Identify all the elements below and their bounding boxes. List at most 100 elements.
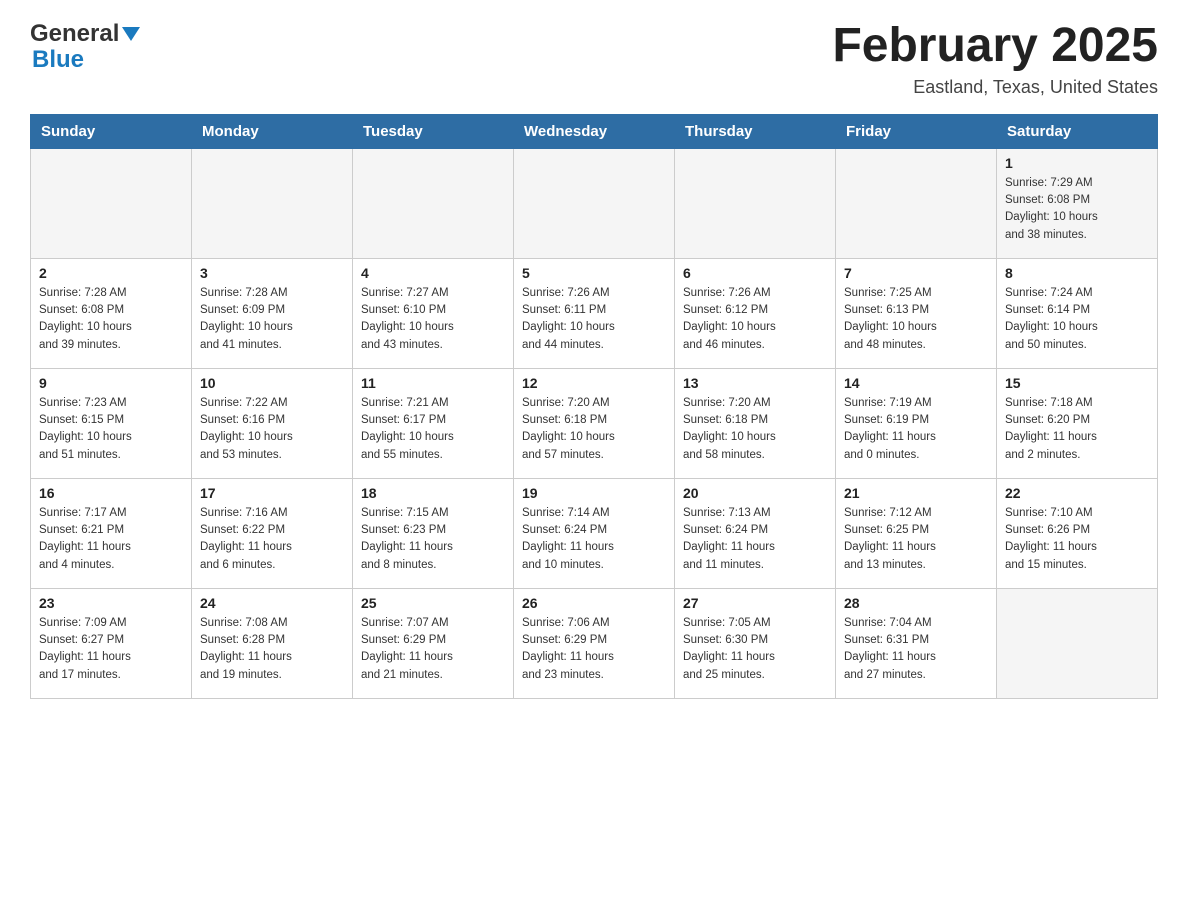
calendar-cell <box>675 148 836 258</box>
calendar-cell: 13 Sunrise: 7:20 AM Sunset: 6:18 PM Dayli… <box>675 368 836 478</box>
calendar-cell: 6Sunrise: 7:26 AM Sunset: 6:12 PM Daylig… <box>675 258 836 368</box>
day-number: 23 <box>39 595 183 611</box>
calendar-cell: 1 Sunrise: 7:29 AM Sunset: 6:08 PM Daylig… <box>997 148 1158 258</box>
calendar-week-row: 9 Sunrise: 7:23 AM Sunset: 6:15 PM Daylig… <box>31 368 1158 478</box>
calendar-cell: 2Sunrise: 7:28 AM Sunset: 6:08 PM Daylig… <box>31 258 192 368</box>
day-info: Sunrise: 7:14 AM Sunset: 6:24 PM Dayligh… <box>522 505 666 574</box>
weekday-header-wednesday: Wednesday <box>514 114 675 148</box>
day-number: 3 <box>200 265 344 281</box>
calendar-cell: 9 Sunrise: 7:23 AM Sunset: 6:15 PM Daylig… <box>31 368 192 478</box>
day-info: Sunrise: 7:20 AM Sunset: 6:18 PM Dayligh… <box>683 395 827 464</box>
weekday-header-row: SundayMondayTuesdayWednesdayThursdayFrid… <box>31 114 1158 148</box>
day-info: Sunrise: 7:12 AM Sunset: 6:25 PM Dayligh… <box>844 505 988 574</box>
day-info: Sunrise: 7:05 AM Sunset: 6:30 PM Dayligh… <box>683 615 827 684</box>
calendar-cell: 22Sunrise: 7:10 AM Sunset: 6:26 PM Dayli… <box>997 478 1158 588</box>
day-number: 21 <box>844 485 988 501</box>
calendar-cell: 10Sunrise: 7:22 AM Sunset: 6:16 PM Dayli… <box>192 368 353 478</box>
day-info: Sunrise: 7:24 AM Sunset: 6:14 PM Dayligh… <box>1005 285 1149 354</box>
weekday-header-saturday: Saturday <box>997 114 1158 148</box>
logo-arrow-icon <box>122 27 140 41</box>
day-info: Sunrise: 7:23 AM Sunset: 6:15 PM Dayligh… <box>39 395 183 464</box>
day-info: Sunrise: 7:13 AM Sunset: 6:24 PM Dayligh… <box>683 505 827 574</box>
month-title: February 2025 <box>832 20 1158 73</box>
day-number: 18 <box>361 485 505 501</box>
day-number: 19 <box>522 485 666 501</box>
calendar-cell: 25 Sunrise: 7:07 AM Sunset: 6:29 PM Dayli… <box>353 588 514 698</box>
logo-general-text: General <box>30 20 119 48</box>
calendar-cell: 3 Sunrise: 7:28 AM Sunset: 6:09 PM Daylig… <box>192 258 353 368</box>
calendar-cell: 11 Sunrise: 7:21 AM Sunset: 6:17 PM Dayli… <box>353 368 514 478</box>
weekday-header-tuesday: Tuesday <box>353 114 514 148</box>
calendar-cell: 21 Sunrise: 7:12 AM Sunset: 6:25 PM Dayli… <box>836 478 997 588</box>
day-number: 1 <box>1005 155 1149 171</box>
day-number: 10 <box>200 375 344 391</box>
day-number: 24 <box>200 595 344 611</box>
day-info: Sunrise: 7:07 AM Sunset: 6:29 PM Dayligh… <box>361 615 505 684</box>
calendar-cell: 19 Sunrise: 7:14 AM Sunset: 6:24 PM Dayli… <box>514 478 675 588</box>
calendar-cell: 27 Sunrise: 7:05 AM Sunset: 6:30 PM Dayli… <box>675 588 836 698</box>
weekday-header-thursday: Thursday <box>675 114 836 148</box>
calendar-cell: 12 Sunrise: 7:20 AM Sunset: 6:18 PM Dayli… <box>514 368 675 478</box>
calendar-cell <box>31 148 192 258</box>
calendar-cell: 28 Sunrise: 7:04 AM Sunset: 6:31 PM Dayli… <box>836 588 997 698</box>
day-number: 26 <box>522 595 666 611</box>
calendar-cell <box>514 148 675 258</box>
day-info: Sunrise: 7:19 AM Sunset: 6:19 PM Dayligh… <box>844 395 988 464</box>
day-number: 9 <box>39 375 183 391</box>
day-info: Sunrise: 7:27 AM Sunset: 6:10 PM Dayligh… <box>361 285 505 354</box>
calendar-cell: 7Sunrise: 7:25 AM Sunset: 6:13 PM Daylig… <box>836 258 997 368</box>
logo: General Blue <box>30 20 140 74</box>
day-info: Sunrise: 7:06 AM Sunset: 6:29 PM Dayligh… <box>522 615 666 684</box>
day-info: Sunrise: 7:17 AM Sunset: 6:21 PM Dayligh… <box>39 505 183 574</box>
calendar-cell: 24 Sunrise: 7:08 AM Sunset: 6:28 PM Dayli… <box>192 588 353 698</box>
day-number: 28 <box>844 595 988 611</box>
weekday-header-sunday: Sunday <box>31 114 192 148</box>
day-info: Sunrise: 7:04 AM Sunset: 6:31 PM Dayligh… <box>844 615 988 684</box>
day-number: 12 <box>522 375 666 391</box>
day-number: 11 <box>361 375 505 391</box>
day-info: Sunrise: 7:26 AM Sunset: 6:11 PM Dayligh… <box>522 285 666 354</box>
page-header: General Blue February 2025 Eastland, Tex… <box>30 20 1158 98</box>
calendar-cell <box>353 148 514 258</box>
weekday-header-monday: Monday <box>192 114 353 148</box>
calendar-cell: 26 Sunrise: 7:06 AM Sunset: 6:29 PM Dayli… <box>514 588 675 698</box>
day-number: 13 <box>683 375 827 391</box>
logo-line1: General <box>30 20 140 48</box>
calendar-table: SundayMondayTuesdayWednesdayThursdayFrid… <box>30 114 1158 699</box>
day-info: Sunrise: 7:20 AM Sunset: 6:18 PM Dayligh… <box>522 395 666 464</box>
calendar-cell <box>192 148 353 258</box>
day-number: 14 <box>844 375 988 391</box>
day-number: 16 <box>39 485 183 501</box>
day-info: Sunrise: 7:29 AM Sunset: 6:08 PM Dayligh… <box>1005 175 1149 244</box>
calendar-cell: 18 Sunrise: 7:15 AM Sunset: 6:23 PM Dayli… <box>353 478 514 588</box>
day-info: Sunrise: 7:18 AM Sunset: 6:20 PM Dayligh… <box>1005 395 1149 464</box>
day-number: 15 <box>1005 375 1149 391</box>
day-number: 5 <box>522 265 666 281</box>
location: Eastland, Texas, United States <box>832 77 1158 98</box>
day-number: 20 <box>683 485 827 501</box>
weekday-header-friday: Friday <box>836 114 997 148</box>
day-info: Sunrise: 7:28 AM Sunset: 6:09 PM Dayligh… <box>200 285 344 354</box>
day-info: Sunrise: 7:28 AM Sunset: 6:08 PM Dayligh… <box>39 285 183 354</box>
day-info: Sunrise: 7:21 AM Sunset: 6:17 PM Dayligh… <box>361 395 505 464</box>
day-number: 6 <box>683 265 827 281</box>
day-info: Sunrise: 7:16 AM Sunset: 6:22 PM Dayligh… <box>200 505 344 574</box>
day-info: Sunrise: 7:08 AM Sunset: 6:28 PM Dayligh… <box>200 615 344 684</box>
calendar-cell: 16 Sunrise: 7:17 AM Sunset: 6:21 PM Dayli… <box>31 478 192 588</box>
day-number: 25 <box>361 595 505 611</box>
calendar-cell <box>836 148 997 258</box>
calendar-cell: 15 Sunrise: 7:18 AM Sunset: 6:20 PM Dayli… <box>997 368 1158 478</box>
day-info: Sunrise: 7:10 AM Sunset: 6:26 PM Dayligh… <box>1005 505 1149 574</box>
day-number: 17 <box>200 485 344 501</box>
title-block: February 2025 Eastland, Texas, United St… <box>832 20 1158 98</box>
calendar-week-row: 23Sunrise: 7:09 AM Sunset: 6:27 PM Dayli… <box>31 588 1158 698</box>
calendar-cell <box>997 588 1158 698</box>
day-number: 27 <box>683 595 827 611</box>
calendar-cell: 23Sunrise: 7:09 AM Sunset: 6:27 PM Dayli… <box>31 588 192 698</box>
day-number: 4 <box>361 265 505 281</box>
day-number: 7 <box>844 265 988 281</box>
day-number: 8 <box>1005 265 1149 281</box>
calendar-cell: 14 Sunrise: 7:19 AM Sunset: 6:19 PM Dayli… <box>836 368 997 478</box>
day-info: Sunrise: 7:15 AM Sunset: 6:23 PM Dayligh… <box>361 505 505 574</box>
calendar-cell: 4 Sunrise: 7:27 AM Sunset: 6:10 PM Daylig… <box>353 258 514 368</box>
